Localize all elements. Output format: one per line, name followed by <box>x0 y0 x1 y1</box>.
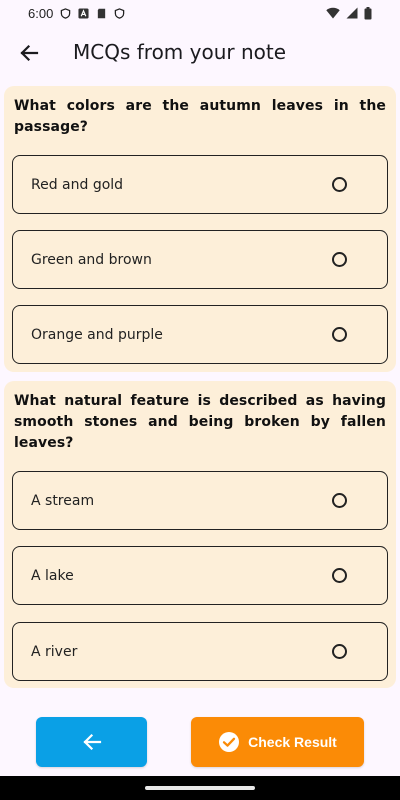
home-indicator[interactable] <box>145 786 255 790</box>
status-time: 6:00 <box>28 5 54 21</box>
question-card: What natural feature is described as hav… <box>4 381 396 688</box>
option-a-stream[interactable]: A stream <box>12 471 388 530</box>
option-green-and-brown[interactable]: Green and brown <box>12 230 388 289</box>
battery-icon <box>364 6 372 19</box>
option-label: A river <box>31 643 78 660</box>
check-result-label: Check Result <box>248 734 337 750</box>
radio-button[interactable] <box>332 568 347 583</box>
back-button[interactable] <box>14 38 44 68</box>
option-label: A stream <box>31 492 95 509</box>
bottom-action-bar: Check Result <box>0 700 400 776</box>
radio-button[interactable] <box>332 644 347 659</box>
arrow-left-icon <box>20 44 39 62</box>
page-title: MCQs from your note <box>73 40 287 64</box>
system-navigation-bar <box>0 776 400 800</box>
radio-button[interactable] <box>332 252 347 267</box>
check-circle-icon <box>219 732 240 752</box>
option-label: Orange and purple <box>31 326 163 343</box>
radio-button[interactable] <box>332 177 347 192</box>
radio-button[interactable] <box>332 327 347 342</box>
wifi-icon <box>326 7 340 19</box>
question-card: What colors are the autumn leaves in the… <box>4 86 396 372</box>
option-label: A lake <box>31 567 74 584</box>
status-right <box>326 6 372 20</box>
app-bar: MCQs from your note <box>0 26 400 82</box>
question-text: What natural feature is described as hav… <box>14 393 386 451</box>
option-label: Red and gold <box>31 176 124 193</box>
signal-icon <box>346 7 358 19</box>
arrow-left-icon <box>82 733 101 751</box>
a-notification-icon <box>78 7 89 19</box>
option-a-river[interactable]: A river <box>12 622 388 681</box>
check-result-button[interactable]: Check Result <box>191 717 364 767</box>
shield-icon <box>61 7 71 19</box>
option-a-lake[interactable]: A lake <box>12 546 388 605</box>
status-left: 6:00 <box>28 6 125 21</box>
radio-button[interactable] <box>332 493 347 508</box>
option-orange-and-purple[interactable]: Orange and purple <box>12 305 388 364</box>
question-text: What colors are the autumn leaves in the… <box>14 98 386 135</box>
option-label: Green and brown <box>31 251 152 268</box>
shield-icon <box>115 7 125 19</box>
previous-button[interactable] <box>36 717 147 767</box>
status-bar: 6:00 <box>0 0 400 26</box>
sd-card-icon <box>98 8 106 18</box>
option-red-and-gold[interactable]: Red and gold <box>12 155 388 214</box>
